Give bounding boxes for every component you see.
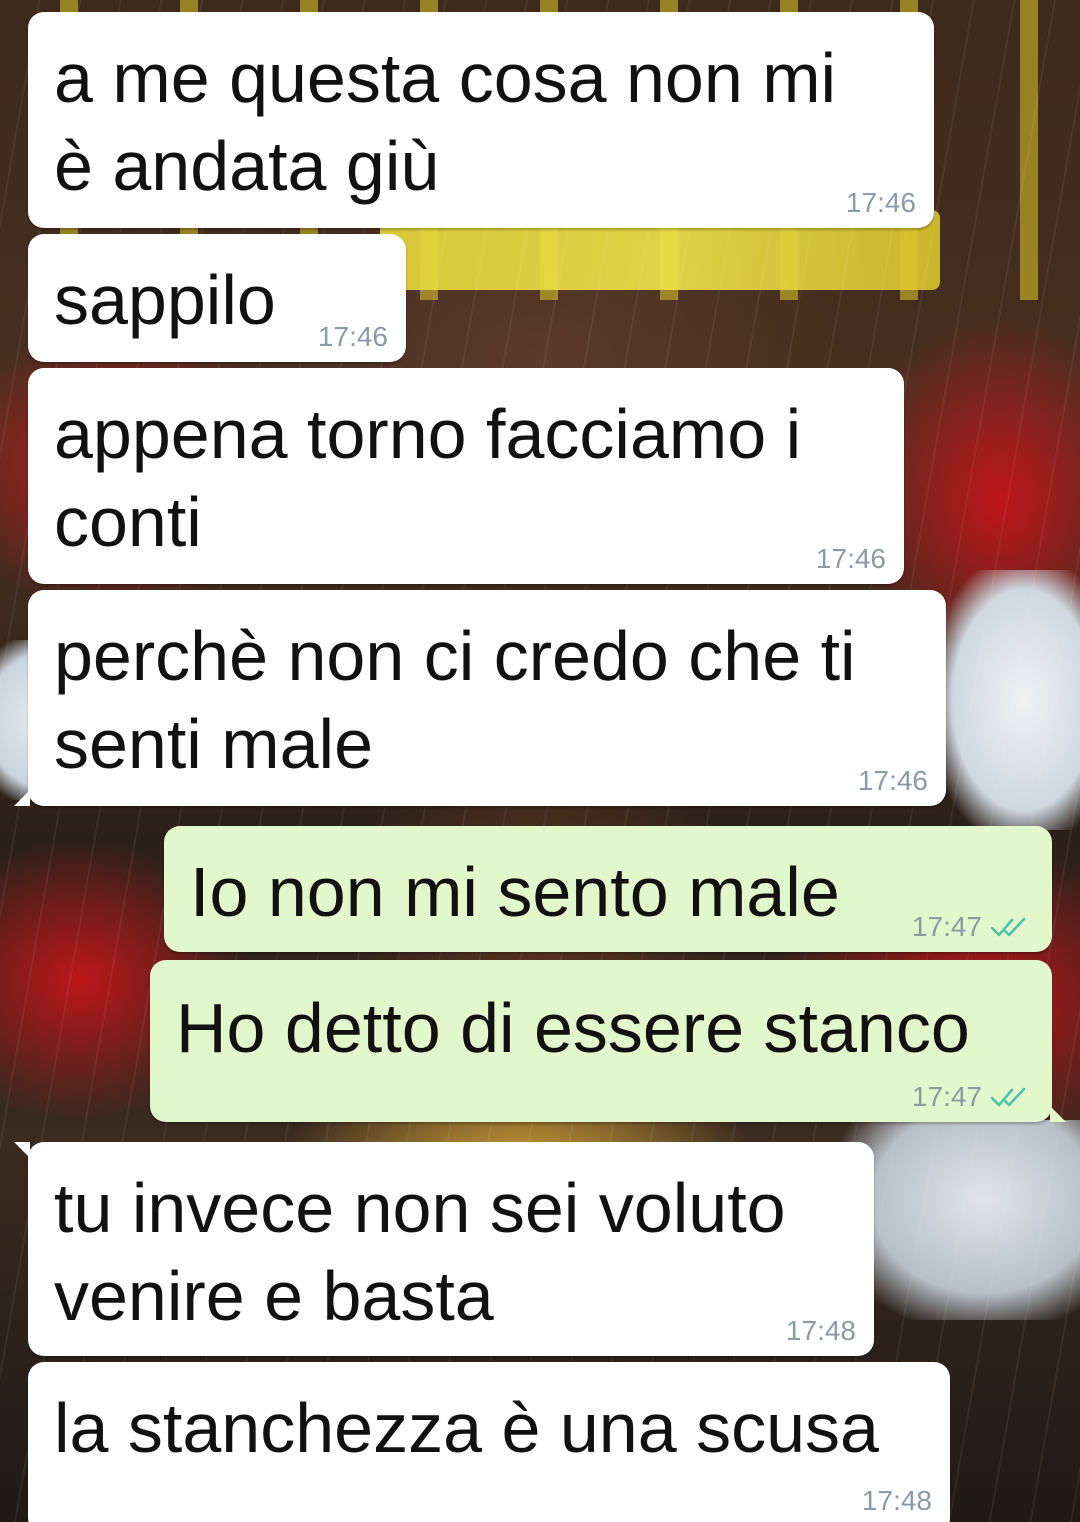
message-timestamp: 17:47	[911, 1081, 982, 1112]
message-text: a me questa cosa non mi è andata giù	[54, 39, 837, 205]
message-bubble-incoming[interactable]: a me questa cosa non mi è andata giù 17:…	[28, 12, 934, 228]
message-text: perchè non ci credo che ti senti male	[54, 617, 856, 783]
message-text: tu invece non sei voluto venire e basta	[54, 1169, 786, 1335]
message-timestamp: 17:47	[911, 911, 982, 942]
message-meta: 17:46	[858, 766, 928, 796]
message-bubble-outgoing[interactable]: Io non mi sento male 17:47	[164, 826, 1052, 952]
double-check-icon	[990, 917, 1026, 937]
bubble-tail	[14, 790, 30, 806]
message-text: Io non mi sento male	[190, 853, 840, 931]
message-bubble-incoming[interactable]: perchè non ci credo che ti senti male 17…	[14, 590, 946, 806]
message-text: Ho detto di essere stanco	[176, 989, 970, 1067]
message-meta: 17:47	[912, 1082, 1034, 1112]
wallpaper-decoration	[840, 1120, 1080, 1320]
bubble-tail	[1050, 1106, 1066, 1122]
message-meta: 17:48	[862, 1486, 932, 1516]
message-meta: 17:46	[816, 544, 886, 574]
message-bubble-incoming[interactable]: tu invece non sei voluto venire e basta …	[14, 1142, 874, 1356]
message-timestamp: 17:48	[861, 1485, 932, 1516]
message-text: la stanchezza è una scusa	[54, 1389, 879, 1467]
message-bubble-incoming[interactable]: appena torno facciamo i conti 17:46	[28, 368, 904, 584]
message-meta: 17:48	[786, 1316, 856, 1346]
chat-background: a me questa cosa non mi è andata giù 17:…	[0, 0, 1080, 1522]
message-bubble-incoming[interactable]: sappilo 17:46	[28, 234, 406, 362]
bubble-tail	[14, 1142, 30, 1158]
double-check-icon	[990, 1087, 1026, 1107]
message-meta: 17:46	[846, 188, 916, 218]
message-timestamp: 17:48	[785, 1315, 856, 1346]
message-text: appena torno facciamo i conti	[54, 395, 802, 561]
wallpaper-decoration	[940, 570, 1080, 830]
message-timestamp: 17:46	[845, 187, 916, 218]
message-bubble-outgoing[interactable]: Ho detto di essere stanco 17:47	[150, 960, 1066, 1122]
message-timestamp: 17:46	[317, 321, 388, 352]
message-meta: 17:47	[912, 912, 1034, 942]
message-bubble-incoming[interactable]: la stanchezza è una scusa 17:48	[28, 1362, 950, 1522]
message-timestamp: 17:46	[815, 543, 886, 574]
message-timestamp: 17:46	[857, 765, 928, 796]
message-meta: 17:46	[318, 322, 388, 352]
